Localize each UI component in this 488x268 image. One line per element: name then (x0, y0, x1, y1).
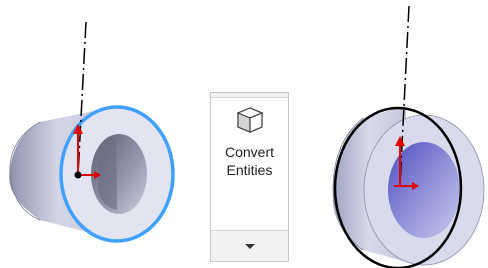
panel-top-strip (211, 93, 288, 98)
left-part (9, 21, 175, 243)
right-hole (388, 142, 460, 238)
convert-entities-panel: Convert Entities (210, 92, 289, 262)
convert-entities-dropdown[interactable] (211, 230, 288, 261)
left-origin-point (74, 171, 82, 179)
chevron-down-icon (244, 243, 255, 249)
cube-icon (235, 107, 264, 133)
convert-entities-button[interactable]: Convert Entities (214, 103, 285, 213)
right-part (332, 5, 485, 268)
convert-entities-label: Convert Entities (224, 144, 275, 178)
